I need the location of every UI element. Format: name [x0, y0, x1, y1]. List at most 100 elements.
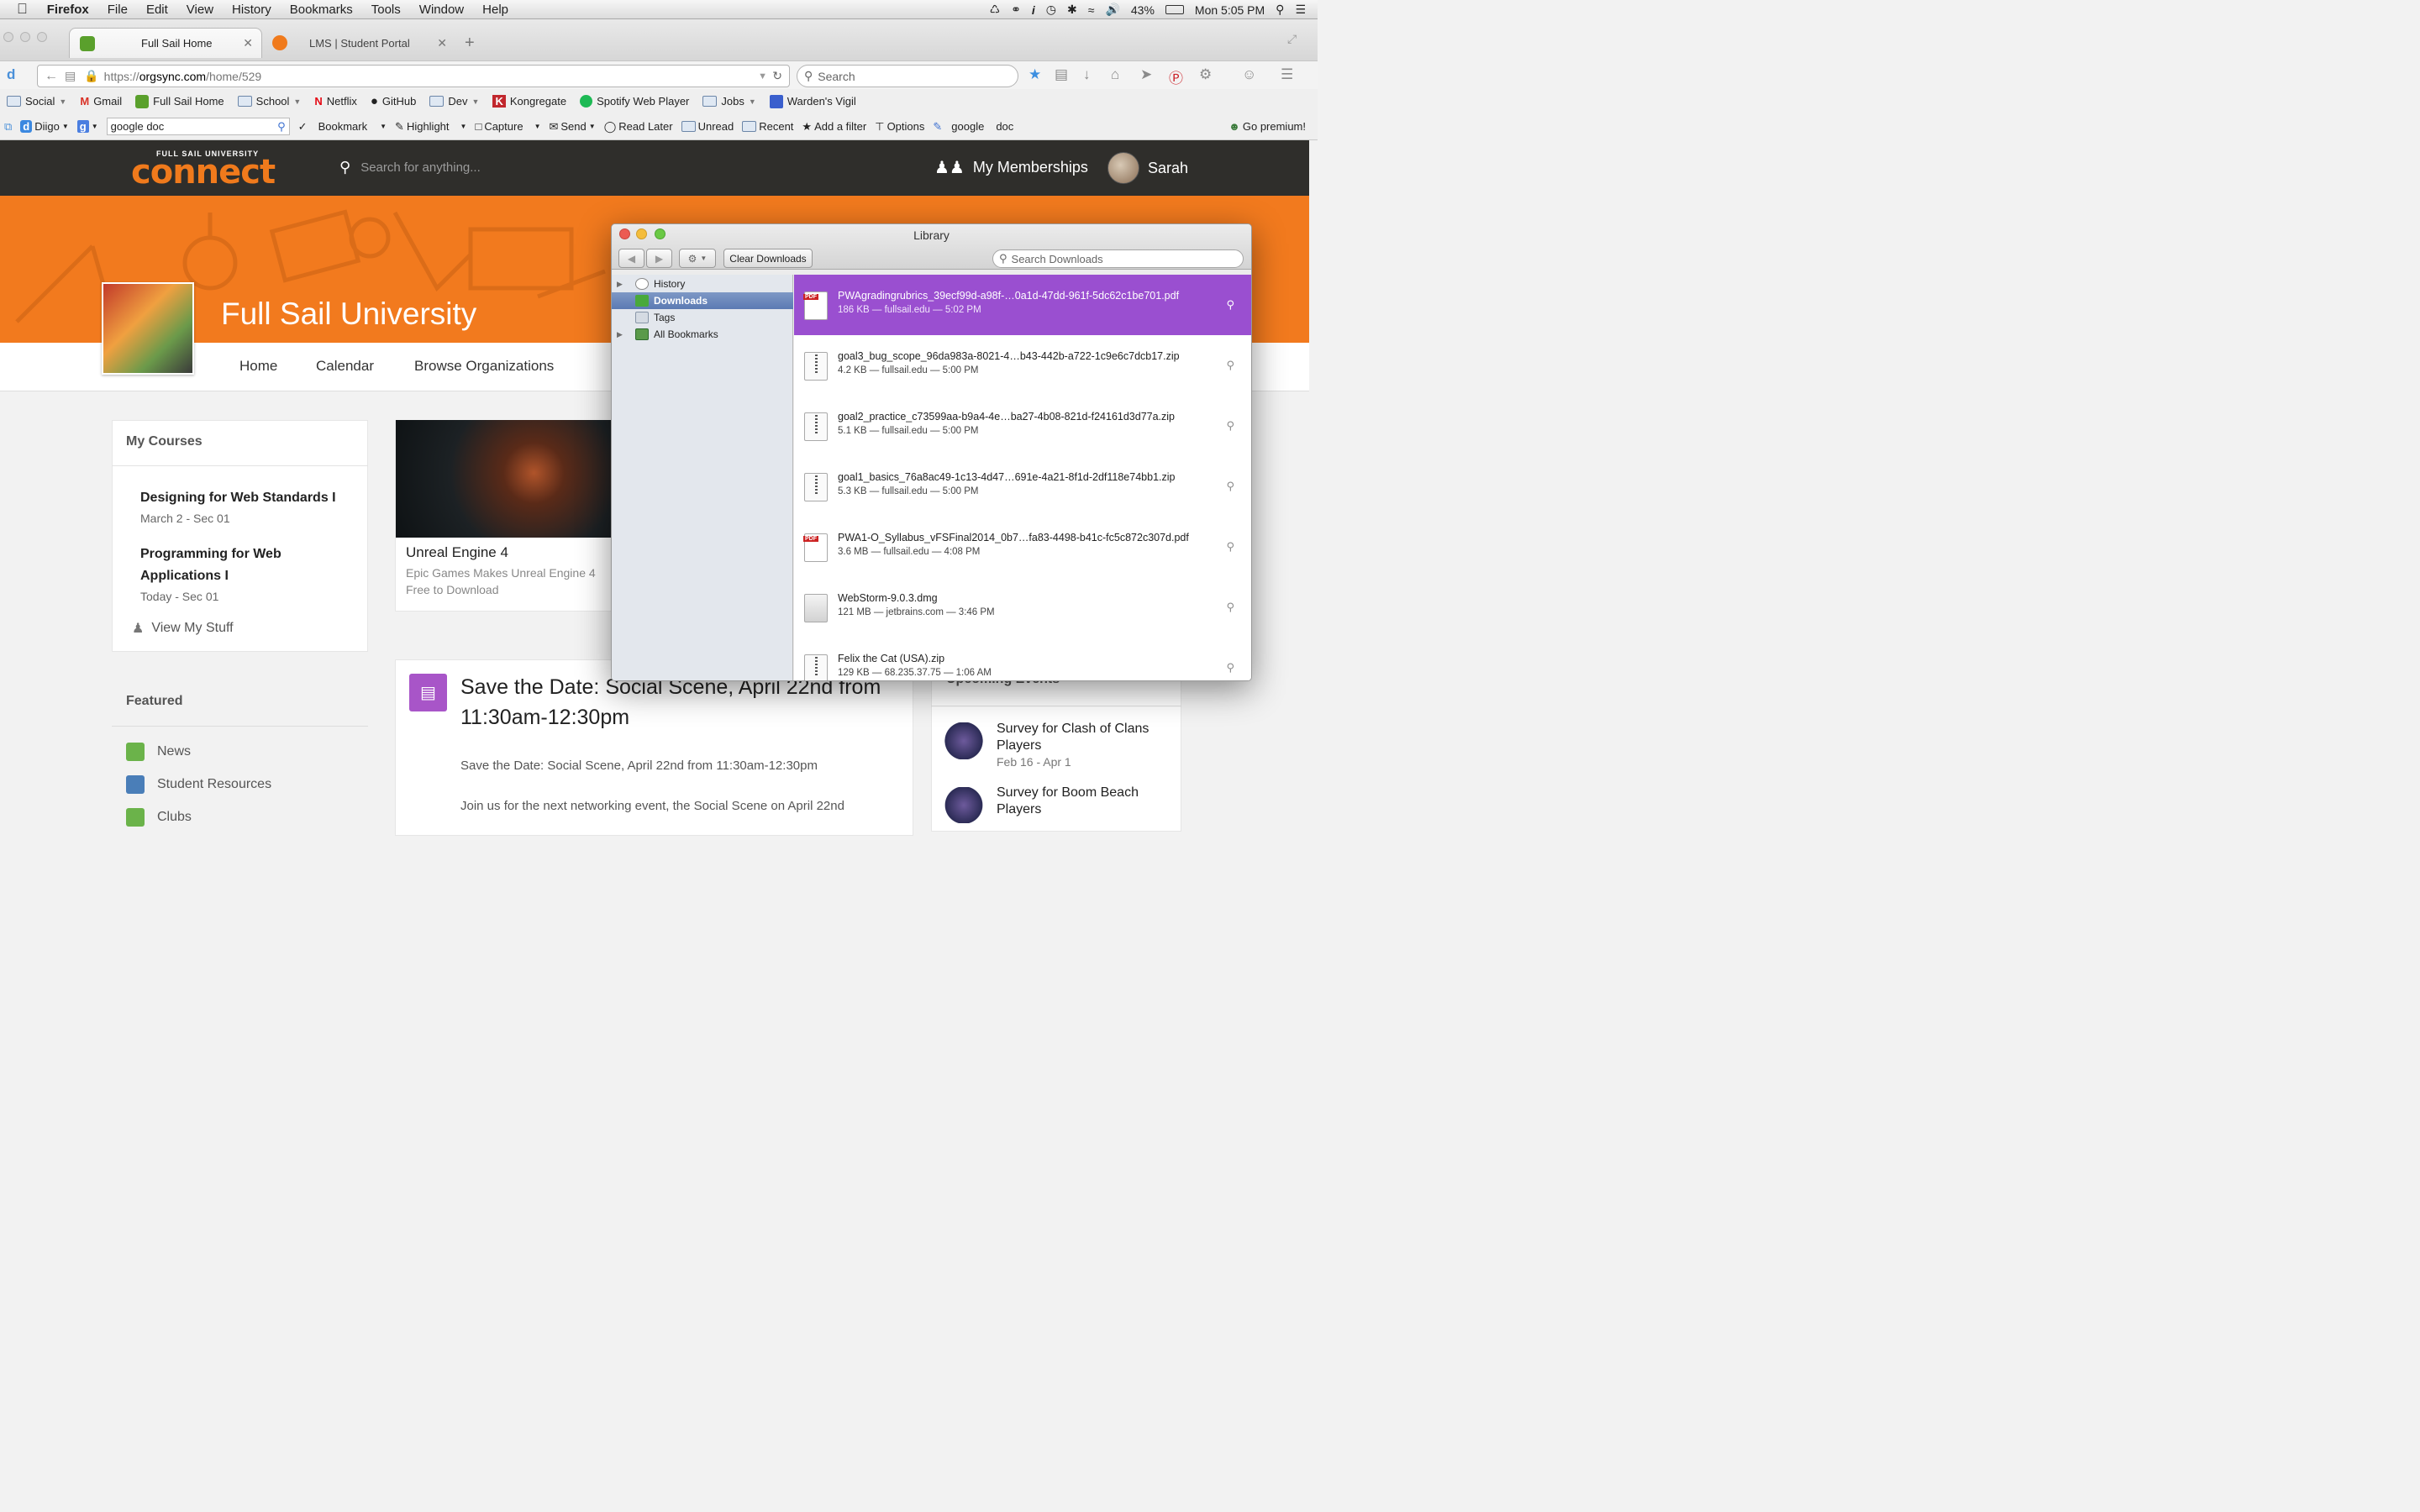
org-tab-browse-organizations[interactable]: Browse Organizations — [414, 358, 554, 375]
diigo-highlight-term-doc[interactable]: doc — [992, 120, 1013, 133]
home-icon[interactable]: ⌂ — [1111, 66, 1119, 83]
menu-history[interactable]: History — [223, 3, 281, 17]
creative-cloud-icon[interactable]: ⚭ — [1011, 3, 1021, 17]
show-in-finder-icon[interactable]: ⚲ — [1226, 601, 1234, 614]
download-item[interactable]: PDF PWA1-O_Syllabus_vFSFinal2014_0b7…fa8… — [794, 517, 1251, 577]
apple-menu-icon[interactable]:  — [0, 1, 38, 18]
library-forward-button[interactable]: ▶ — [646, 249, 672, 268]
reload-icon[interactable]: ↻ — [772, 69, 782, 83]
tab-close-icon[interactable]: ✕ — [437, 36, 447, 50]
diigo-search-engine[interactable]: g ▼ — [76, 120, 98, 133]
menu-bookmarks[interactable]: Bookmarks — [281, 3, 362, 17]
url-dropdown-icon[interactable]: ▼ — [758, 71, 767, 81]
diigo-d-icon[interactable]: d — [7, 66, 15, 83]
bookmark-star-icon[interactable]: ★ — [1028, 66, 1041, 83]
page-info-icon[interactable]: ▤ — [65, 69, 76, 83]
menu-help[interactable]: Help — [473, 3, 518, 17]
bookmark-kongregate[interactable]: K Kongregate — [492, 95, 566, 108]
my-memberships-link[interactable]: ♟♟ My Memberships — [934, 157, 1088, 178]
bookmark-jobs[interactable]: Jobs ▼ — [702, 95, 756, 108]
sidebar-item-tags[interactable]: Tags — [612, 309, 793, 326]
back-arrow-icon[interactable]: ← — [45, 69, 58, 84]
notification-center-icon[interactable]: ☰ — [1295, 3, 1306, 17]
site-search-input[interactable]: ⚲ Search for anything... — [339, 159, 481, 176]
show-in-finder-icon[interactable]: ⚲ — [1226, 661, 1234, 675]
announcement-title-continued[interactable]: 11:30am-12:30pm — [460, 706, 629, 730]
fullscreen-icon[interactable]: ⤢ — [1287, 32, 1297, 46]
event-title-continued[interactable]: Players — [997, 738, 1041, 753]
show-in-finder-icon[interactable]: ⚲ — [1226, 359, 1234, 372]
bookmark-wardens-vigil[interactable]: Warden's Vigil — [769, 94, 856, 108]
library-organize-button[interactable]: ⚙ ▼ — [679, 249, 716, 268]
user-menu[interactable]: Sarah — [1107, 152, 1188, 184]
addon-icon[interactable]: ⚙ — [1199, 66, 1212, 83]
diigo-read-later-button[interactable]: ◯ Read Later — [604, 120, 673, 134]
diigo-add-filter-button[interactable]: ★ Add a filter — [802, 120, 866, 134]
org-tab-calendar[interactable]: Calendar — [316, 358, 374, 375]
event-title-continued[interactable]: Players — [997, 802, 1041, 817]
bookmark-spotify[interactable]: Spotify Web Player — [580, 95, 689, 108]
featured-news-link[interactable]: News — [126, 743, 191, 761]
diigo-highlight-term-google[interactable]: ✎ google — [933, 120, 984, 134]
diigo-menu[interactable]: d Diigo ▼ — [20, 120, 69, 133]
diigo-options-button[interactable]: ⊤ Options — [875, 120, 924, 134]
clock[interactable]: Mon 5:05 PM — [1195, 3, 1265, 17]
bookmark-netflix[interactable]: N Netflix — [314, 95, 357, 108]
url-bar[interactable]: ← ▤ 🔒 https://orgsync.com/home/529 ▼ ↻ — [37, 65, 790, 87]
featured-clubs-link[interactable]: Clubs — [126, 808, 192, 827]
volume-icon[interactable]: 🔊 — [1105, 3, 1119, 17]
diigo-capture-button[interactable]: □ Capture ▼ — [475, 120, 540, 133]
bookmark-social[interactable]: Social ▼ — [7, 95, 66, 108]
show-in-finder-icon[interactable]: ⚲ — [1226, 540, 1234, 554]
menu-file[interactable]: File — [98, 3, 137, 17]
diigo-add-icon[interactable]: ⧉ — [4, 120, 12, 134]
diigo-highlight-button[interactable]: ✎ Highlight ▼ — [395, 120, 466, 134]
download-item[interactable]: Felix the Cat (USA).zip 129 KB — 68.235.… — [794, 638, 1251, 680]
event-title[interactable]: Survey for Boom Beach — [997, 785, 1139, 801]
chat-icon[interactable]: ☺ — [1242, 66, 1256, 83]
connect-logo[interactable]: FULL SAIL UNIVERSITY connect — [131, 150, 276, 192]
new-tab-icon[interactable]: + — [465, 34, 475, 53]
download-item[interactable]: goal3_bug_scope_96da983a-8021-4…b43-442b… — [794, 335, 1251, 396]
event-title[interactable]: Survey for Clash of Clans — [997, 722, 1149, 737]
bluetooth-icon[interactable]: ✱ — [1067, 3, 1077, 17]
battery-percent[interactable]: 43% — [1131, 3, 1155, 17]
show-in-finder-icon[interactable]: ⚲ — [1226, 480, 1234, 493]
search-downloads-input[interactable]: ⚲ Search Downloads — [992, 249, 1244, 268]
disclosure-triangle-icon[interactable]: ▶ — [617, 280, 625, 289]
diigo-unread-button[interactable]: Unread — [681, 120, 734, 133]
download-item[interactable]: WebStorm-9.0.3.dmg 121 MB — jetbrains.co… — [794, 577, 1251, 638]
game-controller-icon[interactable]: ♺ — [990, 3, 1001, 17]
sidebar-item-all-bookmarks[interactable]: ▶ All Bookmarks — [612, 326, 793, 343]
diigo-bookmark-button[interactable]: ✓ Bookmark ▼ — [298, 120, 387, 134]
menu-app[interactable]: Firefox — [38, 3, 98, 17]
bookmark-gmail[interactable]: M Gmail — [80, 95, 122, 108]
view-my-stuff-link[interactable]: ♟ View My Stuff — [132, 620, 234, 637]
download-item[interactable]: goal1_basics_76a8ac49-1c13-4d47…691e-4a2… — [794, 456, 1251, 517]
time-machine-icon[interactable]: ◷ — [1046, 3, 1056, 17]
diigo-go-premium[interactable]: ☻ Go premium! — [1228, 120, 1306, 133]
org-logo[interactable] — [102, 282, 194, 375]
reading-list-icon[interactable]: ▤ — [1055, 66, 1068, 83]
disclosure-triangle-icon[interactable]: ▶ — [617, 330, 625, 339]
window-minimize-button[interactable] — [20, 32, 30, 42]
diigo-send-button[interactable]: ✉ Send ▼ — [549, 120, 595, 134]
hamburger-menu-icon[interactable]: ☰ — [1281, 66, 1293, 83]
downloads-icon[interactable]: ↓ — [1083, 66, 1091, 83]
menu-edit[interactable]: Edit — [137, 3, 177, 17]
clear-downloads-button[interactable]: Clear Downloads — [723, 249, 813, 268]
bookmark-dev[interactable]: Dev ▼ — [429, 95, 479, 108]
course-title[interactable]: Programming for Web — [140, 543, 281, 565]
wifi-icon[interactable]: ≈ — [1088, 3, 1095, 17]
menu-tools[interactable]: Tools — [362, 3, 410, 17]
show-in-finder-icon[interactable]: ⚲ — [1226, 298, 1234, 312]
send-icon[interactable]: ➤ — [1140, 66, 1152, 83]
course-title-continued[interactable]: Applications I — [140, 565, 229, 587]
spotlight-icon[interactable]: ⚲ — [1276, 3, 1284, 17]
pinterest-icon[interactable]: Ⓟ — [1169, 66, 1183, 87]
window-close-button[interactable] — [3, 32, 13, 42]
menu-window[interactable]: Window — [410, 3, 473, 17]
show-in-finder-icon[interactable]: ⚲ — [1226, 419, 1234, 433]
window-zoom-button[interactable] — [37, 32, 47, 42]
bookmark-full-sail-home[interactable]: Full Sail Home — [135, 94, 224, 108]
